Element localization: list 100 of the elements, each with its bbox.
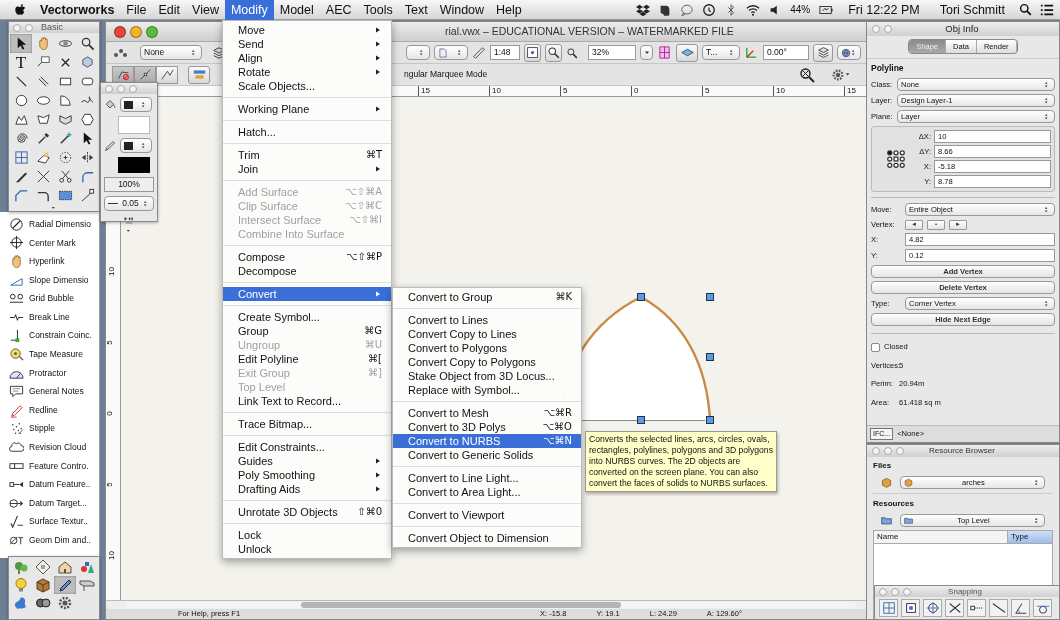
zoom-field[interactable]: 32% [588,45,636,60]
selection-handle[interactable] [637,416,645,424]
circle-icon[interactable] [13,93,29,108]
menu-item[interactable]: Decompose [223,264,391,278]
plane-button[interactable] [676,43,698,62]
text-style-dropdown[interactable]: T... [702,45,740,60]
selection-handle[interactable] [706,293,714,301]
view-dropdown[interactable] [406,45,430,60]
menu-item[interactable]: Trim ⌘T [223,148,391,162]
pen-swatch[interactable] [118,157,150,173]
opacity-field[interactable]: 100% [104,177,154,192]
menu-item[interactable]: Convert [223,287,391,301]
menu-item[interactable]: Rotate [223,65,391,79]
tool-item[interactable]: Slope Dimensio [0,270,99,290]
line-weight-dropdown[interactable]: 0.05 [104,196,154,211]
chat-bubble-icon[interactable] [680,2,695,17]
menu-item[interactable]: Convert Object to Dimension [393,531,581,545]
menu-item[interactable]: Join [223,162,391,176]
clock[interactable]: Fri 12:22 PM [842,0,926,20]
tool-item[interactable]: Datum Target... [0,493,99,513]
fillet-icon[interactable] [79,169,95,184]
mode-button[interactable] [156,65,178,84]
menu-title[interactable]: Model [273,0,320,20]
ruler-icon[interactable] [472,45,486,60]
minimize-button[interactable] [130,25,142,38]
menu-item[interactable]: Compose ⌥⇧⌘P [223,250,391,264]
search-icon[interactable] [1019,3,1032,16]
wifi-icon[interactable] [746,2,761,17]
menu-item[interactable]: Convert to Line Light... [393,471,581,485]
gears-icon[interactable] [35,595,51,611]
menu-title[interactable]: File [120,0,153,20]
menu-title[interactable]: Text [398,0,434,20]
folder-icon[interactable] [881,515,892,526]
menu-item[interactable]: Convert to Polygons [393,341,581,355]
menu-title[interactable]: Modify [224,0,274,20]
close-button[interactable] [114,25,126,38]
menu-item[interactable]: Replace with Symbol... [393,383,581,397]
horizontal-scrollbar[interactable] [126,602,856,608]
menu-item[interactable]: Convert to 3D Polys ⌥⌘O [393,420,581,434]
color-dropdown[interactable] [120,97,152,112]
tool-item[interactable]: Surface Textur.. [0,512,99,532]
menu-title[interactable]: Tools [357,0,399,20]
menu-item[interactable]: Working Plane [223,102,391,116]
tool-item[interactable]: Feature Contro. [0,456,99,476]
line-handle-icon[interactable] [79,188,95,203]
scrollbar-thumb[interactable] [301,602,621,608]
zoom-button[interactable] [545,43,562,62]
polyline-icon[interactable] [13,112,29,127]
zoom-out-icon[interactable] [799,66,815,83]
tool-item[interactable]: General Notes [0,382,99,401]
user-name[interactable]: Tori Schmitt [933,0,1011,20]
menu-item[interactable]: Convert to NURBS ⌥⌘N [393,434,581,448]
double-polygon-icon[interactable] [57,112,73,127]
menu-item[interactable]: Convert to Group ⌘K [393,290,581,304]
hexagon-icon[interactable] [79,112,95,127]
snap-button[interactable] [524,43,541,62]
zoom-icon[interactable] [566,46,578,59]
menu-item[interactable]: Convert to Lines [393,313,581,327]
scissors-icon[interactable] [57,169,73,184]
menu-item[interactable]: Edit Polyline ⌘[ [223,352,391,366]
site-plan-icon[interactable] [35,559,51,575]
zoom-dropdown[interactable] [640,45,653,60]
menu-item[interactable]: Unlock [223,542,391,556]
text-tool-icon[interactable]: T [15,54,27,71]
tool-item[interactable]: Break Line [0,307,99,327]
menu-item[interactable]: Scale Objects... [223,79,391,93]
mirror-icon[interactable] [79,150,95,165]
render-dropdown[interactable] [837,45,861,60]
scale-field[interactable]: 1:48 [490,45,520,60]
selection-handle[interactable] [706,353,714,361]
tool-item[interactable]: Center Mark [0,233,99,253]
file-icon[interactable] [881,477,892,488]
menu-item[interactable]: Guides [223,454,391,468]
blob-icon[interactable] [13,595,29,611]
menu-item[interactable]: Group ⌘G [223,324,391,338]
marquee-icon[interactable] [57,188,73,203]
tool-item[interactable]: Radial Dimensio [0,215,99,234]
page-grid-icon[interactable] [657,45,672,60]
sheet-dropdown[interactable] [434,45,468,60]
angle-field[interactable]: 0.00° [763,45,809,60]
snap-line-icon[interactable] [991,601,1006,615]
snap-angle-icon[interactable] [1013,601,1028,615]
tool-item[interactable]: Protractor [0,363,99,383]
arc-icon[interactable] [57,93,73,108]
app-menu[interactable]: Vectorworks [34,0,121,20]
pencil-icon[interactable] [57,577,73,593]
reshape-icon[interactable] [35,150,51,165]
layer-button[interactable] [813,43,833,62]
snap-object-icon[interactable] [903,601,918,615]
apple-menu-icon[interactable] [14,2,28,17]
menu-item[interactable]: Send [223,37,391,51]
tree-icon[interactable] [13,559,29,575]
grid-icon[interactable] [13,150,29,165]
menu-title[interactable]: View [186,0,225,20]
selection-handle[interactable] [637,293,645,301]
time-machine-icon[interactable] [702,2,717,17]
align-button[interactable] [188,65,210,84]
settings-button[interactable] [831,67,852,82]
list-icon[interactable] [1040,2,1054,17]
zoom-icon[interactable] [79,36,95,51]
